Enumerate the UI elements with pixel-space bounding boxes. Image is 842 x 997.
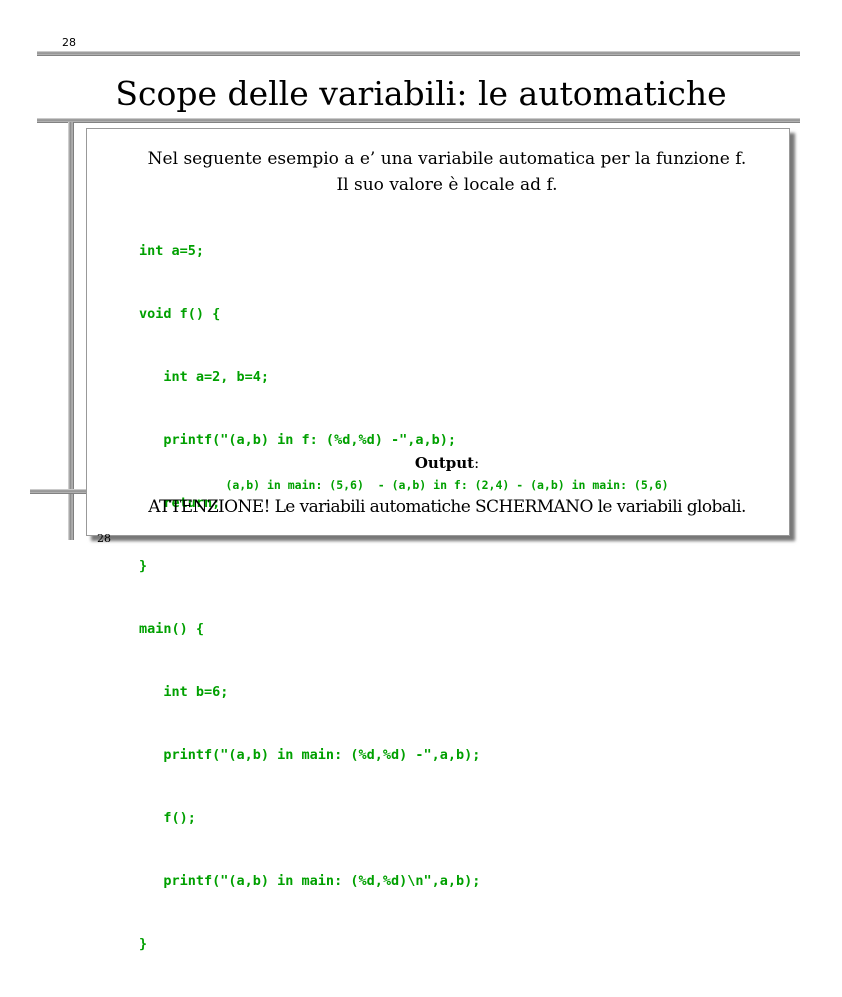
code-line: int b=6; [139, 684, 229, 700]
code-line: main() { [139, 621, 205, 637]
page-title: Scope delle variabili: le automatiche [115, 74, 727, 113]
output-text: (a,b) in main: (5,6) - (a,b) in f: (2,4)… [225, 478, 669, 492]
code-line: int a=2, b=4; [139, 369, 270, 385]
output-heading: Output: [87, 454, 807, 472]
code-line: printf("(a,b) in main: (%d,%d) -",a,b); [139, 747, 481, 763]
vertical-rule [68, 122, 74, 540]
code-line: void f() { [139, 306, 221, 322]
content-box: Nel seguente esempio a e’ una variabile … [86, 128, 790, 952]
code-line: } [139, 558, 148, 574]
top-rule [37, 51, 800, 56]
page-number-top: 28 [62, 36, 76, 49]
code-line: } [139, 936, 148, 952]
output-label: Output [414, 454, 475, 472]
intro-line-2: Il suo valore è locale ad f. [336, 175, 558, 195]
attention-note: ATTENZIONE! Le variabili automatiche SCH… [148, 497, 746, 517]
page-number-bottom: 28 [97, 532, 111, 545]
code-line: printf("(a,b) in f: (%d,%d) -",a,b); [139, 432, 456, 448]
code-line: f(); [139, 810, 196, 826]
code-block: int a=5; void f() { int a=2, b=4; printf… [139, 199, 480, 997]
intro-line-1: Nel seguente esempio a e’ una variabile … [147, 149, 747, 169]
code-line: printf("(a,b) in main: (%d,%d)\n",a,b); [139, 873, 481, 889]
code-line: int a=5; [139, 243, 205, 259]
output-colon: : [474, 454, 480, 472]
side-rule [30, 489, 86, 494]
title-rule [37, 118, 800, 123]
